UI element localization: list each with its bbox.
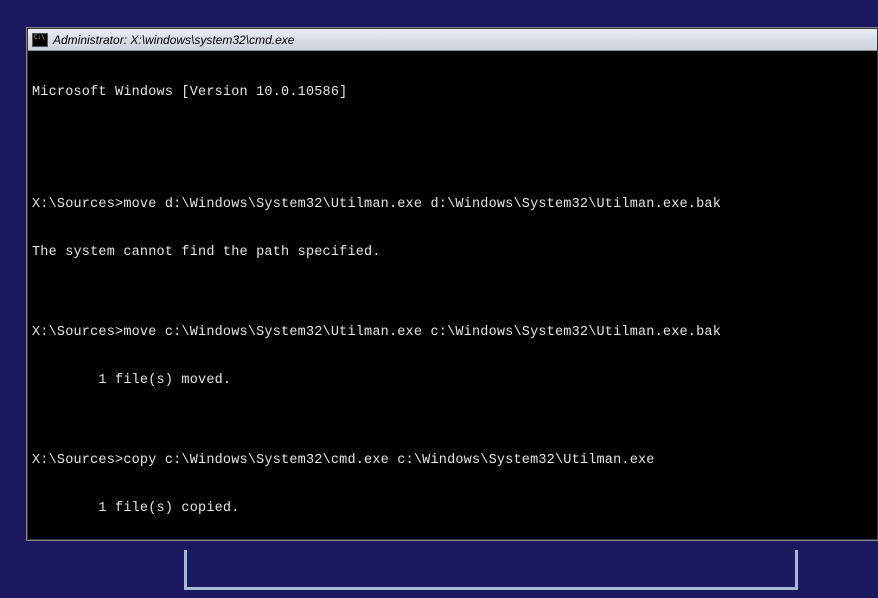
titlebar[interactable]: Administrator: X:\windows\system32\cmd.e… <box>28 29 877 51</box>
terminal-line: 1 file(s) moved. <box>32 373 873 389</box>
cmd-icon <box>32 33 48 47</box>
terminal-line: X:\Sources>move c:\Windows\System32\Util… <box>32 325 873 341</box>
terminal-line: 1 file(s) copied. <box>32 501 873 517</box>
bottom-frame <box>184 550 798 590</box>
terminal-line: Microsoft Windows [Version 10.0.10586] <box>32 85 873 101</box>
terminal-line: X:\Sources>copy c:\Windows\System32\cmd.… <box>32 453 873 469</box>
window-title: Administrator: X:\windows\system32\cmd.e… <box>53 33 294 47</box>
terminal-line: The system cannot find the path specifie… <box>32 245 873 261</box>
cmd-window: Administrator: X:\windows\system32\cmd.e… <box>27 28 878 540</box>
terminal-output[interactable]: Microsoft Windows [Version 10.0.10586] X… <box>28 51 877 539</box>
terminal-line: X:\Sources>move d:\Windows\System32\Util… <box>32 197 873 213</box>
